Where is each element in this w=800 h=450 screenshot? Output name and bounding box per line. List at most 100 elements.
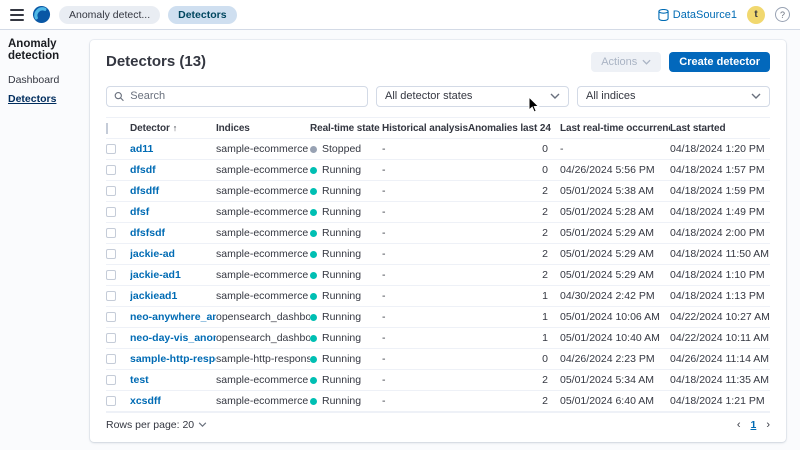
row-checkbox-cell — [106, 291, 130, 302]
table-row: neo-day-vis_anomaly_...opensearch_dashbo… — [106, 328, 770, 350]
column-header-detector[interactable]: Detector ↑ — [130, 123, 216, 134]
rows-per-page-button[interactable]: Rows per page: 20 — [106, 419, 207, 431]
detector-name-cell: neo-anywhere_anomal... — [130, 311, 216, 323]
detector-link[interactable]: dfsdff — [130, 185, 216, 197]
detector-link[interactable]: jackie-ad — [130, 248, 216, 260]
indices-cell: sample-ecommerce — [216, 395, 309, 408]
sidebar-item-detectors[interactable]: Detectors — [8, 93, 92, 105]
search-field[interactable] — [106, 85, 368, 108]
row-checkbox[interactable] — [106, 186, 116, 197]
previous-page-icon[interactable]: ‹ — [737, 419, 741, 431]
row-checkbox[interactable] — [106, 249, 116, 260]
rows-per-page-label: Rows per page: 20 — [106, 418, 195, 431]
row-checkbox-cell — [106, 354, 130, 365]
next-page-icon[interactable]: › — [766, 419, 770, 431]
row-checkbox-cell — [106, 228, 130, 239]
breadcrumb-detectors[interactable]: Detectors — [168, 5, 237, 24]
sidebar-nav: Anomaly detection Dashboard Detectors — [8, 38, 92, 112]
sort-ascending-icon: ↑ — [172, 122, 178, 133]
row-checkbox-cell — [106, 333, 130, 344]
realtime-state-cell: Running — [310, 206, 382, 218]
row-checkbox[interactable] — [106, 144, 116, 155]
column-header-realtime-state[interactable]: Real-time state — [310, 123, 382, 134]
state-dot-icon — [310, 314, 317, 322]
state-dot-icon — [310, 230, 317, 238]
column-header-last-started[interactable]: Last started — [670, 123, 770, 134]
detector-link[interactable]: test — [130, 374, 216, 386]
row-checkbox[interactable] — [106, 228, 116, 239]
search-input[interactable] — [130, 90, 360, 103]
realtime-state-cell: Running — [310, 332, 382, 344]
indices-filter[interactable]: All indices — [577, 85, 770, 108]
column-header-anomalies[interactable]: Anomalies last 24 hours — [468, 123, 554, 134]
last-occurrence-cell: 05/01/2024 6:40 AM — [560, 395, 654, 408]
breadcrumb-anomaly-detection[interactable]: Anomaly detect... — [59, 5, 161, 24]
realtime-state-cell: Running — [310, 311, 382, 323]
last-occurrence-cell: 05/01/2024 5:29 AM — [560, 269, 654, 282]
row-checkbox[interactable] — [106, 354, 116, 365]
state-dot-icon — [310, 209, 317, 217]
detector-link[interactable]: jackiead1 — [130, 290, 216, 302]
detector-link[interactable]: sample-http-response... — [130, 353, 216, 365]
detector-states-filter[interactable]: All detector states — [376, 85, 569, 108]
anomalies-cell: 2 — [542, 206, 548, 219]
table-row: test sample-ecommerce Running - 2 05/01/2024 … — [106, 370, 770, 392]
last-started-cell: 04/18/2024 1:20 PM — [670, 143, 765, 156]
user-avatar[interactable]: t — [747, 5, 765, 24]
menu-icon[interactable] — [10, 8, 24, 21]
table-row: jackie-ad sample-ecommerce Running - 2 05/01/… — [106, 244, 770, 266]
detector-link[interactable]: dfsf — [130, 206, 216, 218]
historical-analysis-cell: - — [382, 248, 386, 261]
select-all-checkbox[interactable] — [106, 122, 108, 134]
historical-analysis-cell: - — [382, 227, 386, 240]
last-occurrence-cell: 05/01/2024 10:40 AM — [560, 332, 660, 345]
last-occurrence-cell: 05/01/2024 10:06 AM — [560, 311, 660, 324]
column-header-historical[interactable]: Historical analysis — [382, 123, 468, 134]
realtime-state-cell: Running — [310, 353, 382, 365]
detector-link[interactable]: jackie-ad1 — [130, 269, 216, 281]
row-checkbox[interactable] — [106, 291, 116, 302]
column-header-indices[interactable]: Indices — [216, 123, 310, 134]
row-checkbox[interactable] — [106, 333, 116, 344]
detector-link[interactable]: neo-anywhere_anomal... — [130, 311, 216, 323]
last-occurrence-cell: 05/01/2024 5:29 AM — [560, 248, 654, 261]
indices-cell: sample-ecommerce — [216, 248, 309, 261]
detector-link[interactable]: neo-day-vis_anomaly_... — [130, 332, 216, 344]
row-checkbox[interactable] — [106, 270, 116, 281]
last-started-cell: 04/18/2024 1:59 PM — [670, 185, 765, 198]
page-number[interactable]: 1 — [750, 419, 756, 431]
detector-link[interactable]: dfsfsdf — [130, 227, 216, 239]
table-row: dfsdf sample-ecommerce Running - 0 04/26/2024… — [106, 160, 770, 182]
detector-name-cell: dfsdf — [130, 164, 216, 176]
table-row: xcsdff sample-ecommerce Running - 2 05/01/202… — [106, 391, 770, 413]
last-started-cell: 04/26/2024 11:14 AM — [670, 353, 770, 366]
column-header-detector-label: Detector — [130, 122, 170, 134]
table-footer: Rows per page: 20 ‹ 1 › — [106, 412, 770, 436]
row-checkbox[interactable] — [106, 312, 116, 323]
row-checkbox[interactable] — [106, 207, 116, 218]
historical-analysis-cell: - — [382, 353, 386, 366]
state-dot-icon — [310, 188, 317, 196]
detector-name-cell: jackie-ad1 — [130, 269, 216, 281]
sidebar-item-dashboard[interactable]: Dashboard — [8, 74, 92, 86]
row-checkbox[interactable] — [106, 396, 116, 407]
actions-button[interactable]: Actions — [591, 51, 662, 72]
row-checkbox[interactable] — [106, 375, 116, 386]
row-checkbox[interactable] — [106, 165, 116, 176]
datasource-picker[interactable]: DataSource1 — [658, 8, 737, 21]
detector-link[interactable]: xcsdff — [130, 395, 216, 407]
realtime-state-cell: Running — [310, 290, 382, 302]
detector-states-filter-value: All detector states — [385, 90, 473, 103]
state-dot-icon — [310, 146, 317, 154]
help-icon[interactable]: ? — [775, 7, 790, 22]
row-checkbox-cell — [106, 249, 130, 260]
detector-link[interactable]: ad11 — [130, 143, 216, 155]
historical-analysis-cell: - — [382, 290, 386, 303]
detector-link[interactable]: dfsdf — [130, 164, 216, 176]
historical-analysis-cell: - — [382, 185, 386, 198]
detector-name-cell: neo-day-vis_anomaly_... — [130, 332, 216, 344]
table-row: neo-anywhere_anomal...opensearch_dashboa… — [106, 307, 770, 329]
realtime-state-cell: Running — [310, 164, 382, 176]
create-detector-button[interactable]: Create detector — [669, 51, 770, 72]
column-header-last-occurrence[interactable]: Last real-time occurrence — [554, 123, 670, 134]
